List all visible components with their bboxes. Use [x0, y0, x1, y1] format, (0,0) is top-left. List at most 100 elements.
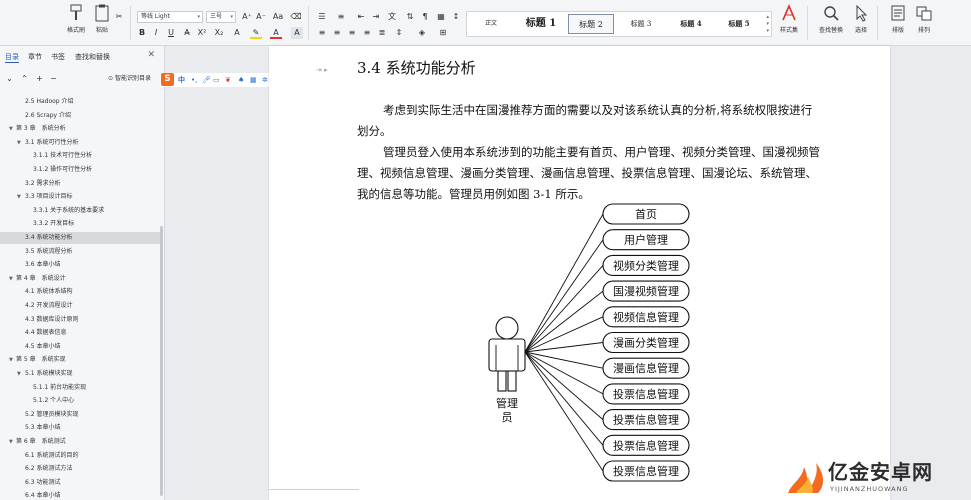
tab-bookmarks[interactable]: 书签	[51, 52, 65, 62]
heading-marker-icon[interactable]: ⇥ ▸	[316, 66, 328, 74]
font-size-select[interactable]: 三号 ▾	[206, 11, 236, 23]
expand-arrow-icon[interactable]: ▼	[9, 436, 13, 448]
increase-indent-icon[interactable]: ⇥	[370, 11, 382, 23]
punctuation-icon[interactable]: •,	[191, 74, 197, 86]
collapse-chevron-icon[interactable]: ⌃	[19, 73, 30, 84]
font-color-icon[interactable]: A	[270, 27, 282, 39]
strikethrough-icon[interactable]: A̶	[181, 27, 193, 39]
distributed-icon[interactable]: ≣	[376, 27, 388, 39]
expand-arrow-icon[interactable]: ▼	[17, 368, 21, 380]
arrange-button[interactable]: 排列	[906, 4, 942, 34]
clothes-icon[interactable]: ♠	[238, 74, 244, 86]
grow-font-icon[interactable]: A⁺	[241, 11, 253, 23]
align-right-icon[interactable]: ≡	[346, 27, 358, 39]
add-heading-icon[interactable]: +	[34, 73, 45, 84]
paragraph-spacing-icon[interactable]: ⇕	[393, 27, 405, 39]
chinese-layout-icon[interactable]: 文	[386, 11, 398, 23]
tab-toc[interactable]: 目录	[5, 52, 19, 63]
ime-mode[interactable]: 中	[178, 74, 185, 86]
toc-item[interactable]: 6.4 本章小结	[0, 490, 160, 500]
toc-item[interactable]: 3.4 系统功能分析	[0, 232, 160, 244]
toc-item[interactable]: 5.1.1 前台功能实现	[0, 382, 160, 394]
toc-item[interactable]: 6.2 系统测试方法	[0, 463, 160, 475]
justify-icon[interactable]: ≡	[361, 27, 373, 39]
remove-heading-icon[interactable]: −	[48, 73, 59, 84]
style-heading-2[interactable]: 标题 2	[568, 14, 614, 34]
microphone-icon[interactable]: 🎤︎	[202, 74, 211, 86]
styles-gallery[interactable]: 正文 标题 1 标题 2 标题 3 标题 4 标题 5 ▴ ▾ ▾	[466, 11, 772, 37]
bullet-list-icon[interactable]: ☰	[316, 11, 328, 23]
toc-item[interactable]: 4.5 本章小结	[0, 341, 160, 353]
toc-item[interactable]: ▼ 5.1 系统模块实现	[0, 368, 160, 380]
change-case-icon[interactable]: Aa	[272, 11, 284, 23]
toc-item[interactable]: 4.1 系统体系结构	[0, 286, 160, 298]
table-grid-icon[interactable]: ▦	[435, 11, 447, 23]
expand-arrow-icon[interactable]: ▼	[9, 354, 13, 366]
style-normal[interactable]: 正文	[471, 14, 511, 34]
text-effect-icon[interactable]: A	[231, 27, 243, 39]
toc-item[interactable]: 4.3 数据库设计原则	[0, 314, 160, 326]
numbered-list-icon[interactable]: ≡	[335, 11, 347, 23]
toc-item[interactable]: 5.1.2 个人中心	[0, 395, 160, 407]
gallery-scroll-icon[interactable]: ▴ ▾ ▾	[766, 14, 769, 35]
underline-icon[interactable]: U	[165, 27, 177, 39]
tab-find-replace[interactable]: 查找和替换	[75, 52, 110, 62]
style-heading-4[interactable]: 标题 4	[667, 14, 715, 34]
font-name-select[interactable]: 等线 Light ▾	[137, 11, 203, 23]
toc-item[interactable]: ▼ 3.3 项目设计目标	[0, 191, 160, 203]
settings-gear-icon[interactable]: ✲	[262, 74, 268, 86]
toc-item[interactable]: 4.2 开发流程设计	[0, 300, 160, 312]
expand-arrow-icon[interactable]: ▼	[9, 123, 13, 135]
tab-chapters[interactable]: 章节	[28, 52, 42, 62]
style-heading-1[interactable]: 标题 1	[517, 14, 565, 34]
char-shading-icon[interactable]: A	[291, 27, 303, 39]
sort-icon[interactable]: ⇅	[404, 11, 416, 23]
expand-arrow-icon[interactable]: ▼	[17, 191, 21, 203]
skin-icon[interactable]: ❦	[225, 74, 231, 86]
toolbox-icon[interactable]: ▦	[250, 74, 257, 86]
select-button[interactable]: 选择	[843, 4, 879, 34]
shading-icon[interactable]: ◈	[416, 27, 428, 39]
toc-item[interactable]: 2.6 Scrapy 介绍	[0, 110, 160, 122]
border-icon[interactable]: ⊞	[437, 27, 449, 39]
toc-item[interactable]: 3.5 系统流程分析	[0, 246, 160, 258]
toc-item[interactable]: 2.5 Hadoop 介绍	[0, 96, 160, 108]
align-left-icon[interactable]: ≡	[316, 27, 328, 39]
style-set-button[interactable]: 样式集	[771, 4, 807, 34]
toc-item[interactable]: 3.2 需求分析	[0, 178, 160, 190]
decrease-indent-icon[interactable]: ⇤	[355, 11, 367, 23]
style-heading-5[interactable]: 标题 5	[717, 14, 761, 34]
toc-item[interactable]: 6.3 功能测试	[0, 477, 160, 489]
bold-icon[interactable]: B	[136, 27, 148, 39]
toc-item[interactable]: 4.4 数据表信息	[0, 327, 160, 339]
toc-item[interactable]: 3.3.2 开发目标	[0, 218, 160, 230]
style-heading-3[interactable]: 标题 3	[617, 14, 665, 34]
highlight-icon[interactable]: ✎	[250, 27, 262, 39]
align-center-icon[interactable]: ≡	[331, 27, 343, 39]
line-spacing-icon[interactable]: ↕	[450, 11, 462, 23]
toc-item[interactable]: 3.6 本章小结	[0, 259, 160, 271]
show-marks-icon[interactable]: ¶	[419, 11, 431, 23]
italic-icon[interactable]: I	[150, 27, 162, 39]
toc-item[interactable]: ▼ 第 6 章 系统测试	[0, 436, 160, 448]
toc-item[interactable]: 6.1 系统测试的目的	[0, 450, 160, 462]
expand-chevron-icon[interactable]: ⌄	[4, 73, 15, 84]
smart-toc-button[interactable]: ⊙ 智能识别目录	[108, 73, 151, 84]
toc-item[interactable]: ▼ 第 5 章 系统实现	[0, 354, 160, 366]
toc-item[interactable]: 5.2 管理员模块实现	[0, 409, 160, 421]
expand-arrow-icon[interactable]: ▼	[9, 273, 13, 285]
toc-item[interactable]: 3.1.1 技术可行性分析	[0, 150, 160, 162]
toc-scrollbar[interactable]	[160, 226, 163, 496]
toc-item[interactable]: ▼ 3.1 系统可行性分析	[0, 137, 160, 149]
sogou-logo-icon[interactable]: S	[161, 73, 174, 86]
keyboard-icon[interactable]: ▭	[213, 74, 220, 86]
clear-format-icon[interactable]: ⌫	[290, 11, 302, 23]
close-icon[interactable]: ✕	[147, 50, 155, 60]
document-page[interactable]: ⇥ ▸ 3.4 系统功能分析 考虑到实际生活中在国漫推荐方面的需要以及对该系统认…	[269, 46, 890, 500]
toc-item[interactable]: 3.3.1 关于系统的基本要求	[0, 205, 160, 217]
toc-item[interactable]: 5.3 本章小结	[0, 422, 160, 434]
toc-item[interactable]: ▼ 第 4 章 系统设计	[0, 273, 160, 285]
subscript-icon[interactable]: X₂	[213, 27, 225, 39]
shrink-font-icon[interactable]: A⁻	[255, 11, 267, 23]
cut-icon[interactable]: ✂	[113, 11, 125, 23]
